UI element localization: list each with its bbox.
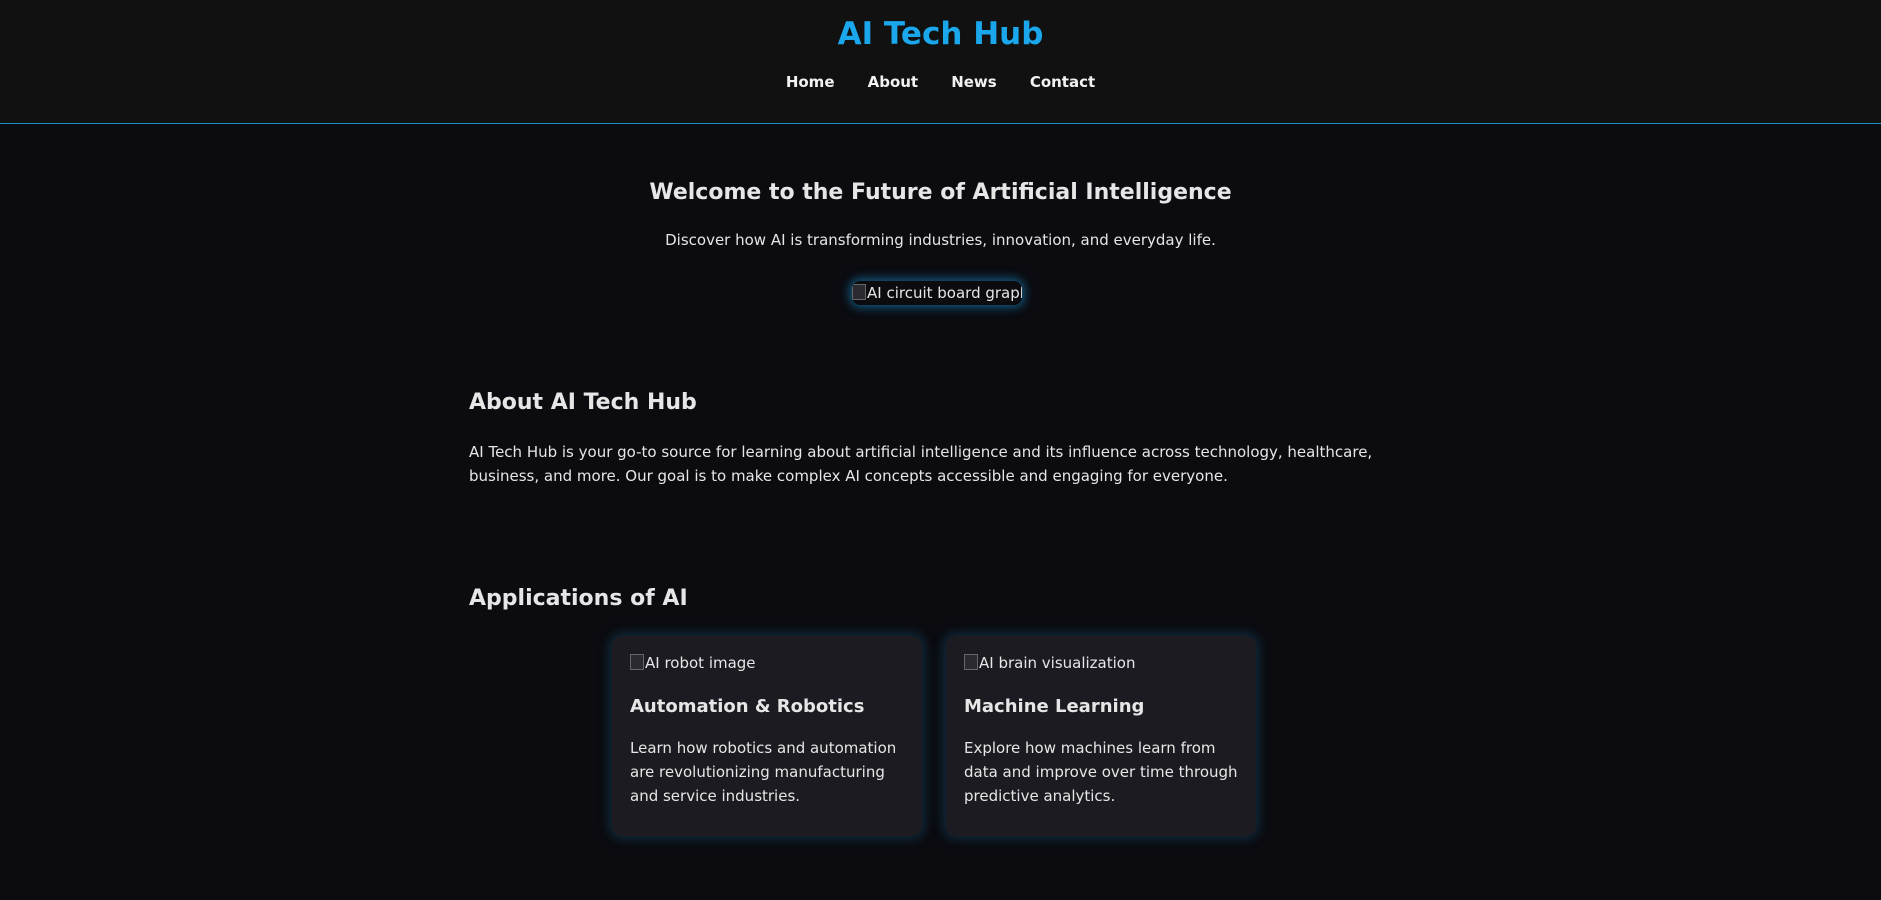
- card-machine-learning: AI brain visualization Machine Learning …: [946, 636, 1256, 836]
- card-title: Automation & Robotics: [630, 696, 865, 717]
- main-nav: Home About News Contact: [0, 71, 1881, 93]
- nav-link-about[interactable]: About: [868, 71, 919, 93]
- broken-image-icon: [852, 284, 866, 300]
- card-image-alt: AI brain visualization: [979, 654, 1136, 672]
- card-image-alt: AI robot image: [645, 654, 756, 672]
- card-text: Learn how robotics and automation are re…: [630, 739, 897, 805]
- hero-image: AI circuit board graphic: [852, 281, 1022, 305]
- nav-link-home[interactable]: Home: [786, 71, 835, 93]
- site-title: AI Tech Hub: [837, 16, 1044, 52]
- hero-text: Discover how AI is transforming industri…: [665, 231, 1216, 249]
- broken-image-icon: [630, 654, 644, 670]
- broken-image-icon: [964, 654, 978, 670]
- card-title: Machine Learning: [964, 696, 1145, 717]
- nav-link-news[interactable]: News: [951, 71, 997, 93]
- about-text: AI Tech Hub is your go-to source for lea…: [469, 443, 1373, 485]
- card-image: AI robot image: [630, 652, 904, 674]
- about-title: About AI Tech Hub: [469, 390, 697, 415]
- card-automation-robotics: AI robot image Automation & Robotics Lea…: [612, 636, 922, 836]
- hero-title: Welcome to the Future of Artificial Inte…: [649, 180, 1232, 205]
- nav-link-contact[interactable]: Contact: [1030, 71, 1095, 93]
- site-header: AI Tech Hub Home About News Contact: [0, 0, 1881, 124]
- applications-title: Applications of AI: [469, 586, 688, 611]
- card-image: AI brain visualization: [964, 652, 1238, 674]
- hero-image-alt: AI circuit board graphic: [867, 284, 1022, 302]
- card-text: Explore how machines learn from data and…: [964, 739, 1238, 805]
